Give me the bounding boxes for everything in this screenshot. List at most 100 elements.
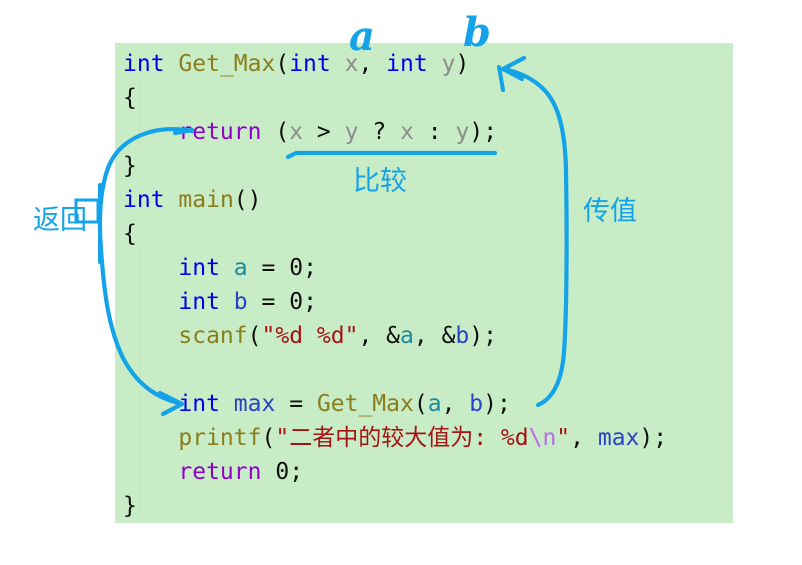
annotation-label-compare: 比较 xyxy=(353,166,407,197)
code-token: ); xyxy=(469,119,498,145)
code-token: main xyxy=(178,187,234,213)
code-token: { xyxy=(123,221,137,247)
code-token: ; xyxy=(303,255,317,281)
code-token: a xyxy=(427,391,442,417)
code-token: ( xyxy=(275,119,290,145)
code-token: , xyxy=(441,391,470,417)
code-token: int xyxy=(386,51,428,77)
code-token: = xyxy=(261,255,276,281)
code-token: return xyxy=(178,459,262,485)
code-token: b xyxy=(455,323,470,349)
code-token: { xyxy=(123,85,137,111)
code-token: ( xyxy=(275,51,290,77)
code-token: ? xyxy=(372,119,387,145)
annotation-handwritten-b: b xyxy=(463,9,491,56)
code-token: int xyxy=(178,391,220,417)
code-token: a xyxy=(400,323,414,349)
code-line: int Get_Max(int x, int y) xyxy=(123,47,667,81)
code-token: int xyxy=(178,289,220,315)
code-line: printf("二者中的较大值为: %d\n", max); xyxy=(123,421,667,455)
code-token: int xyxy=(178,255,220,281)
code-token: 0 xyxy=(275,459,290,485)
code-line: int b = 0; xyxy=(123,285,667,319)
code-token: "%d %d" xyxy=(261,323,359,349)
code-panel: int Get_Max(int x, int y){ return (x > y… xyxy=(115,43,733,523)
code-token: = xyxy=(261,289,276,315)
code-token: a xyxy=(233,255,248,281)
code-token: y xyxy=(441,51,456,77)
code-token: ( xyxy=(247,323,262,349)
code-token: x xyxy=(289,119,304,145)
code-token: 0 xyxy=(289,255,304,281)
code-token: \n xyxy=(528,425,557,451)
code-token: ); xyxy=(483,391,511,417)
code-line: int a = 0; xyxy=(123,251,667,285)
code-token: : xyxy=(427,119,442,145)
code-line: { xyxy=(123,81,667,115)
code-token: , xyxy=(358,323,387,349)
code-token: 0 xyxy=(289,289,304,315)
code-token: " xyxy=(556,425,571,451)
code-token: y xyxy=(344,119,359,145)
code-token: max xyxy=(233,391,276,417)
code-token: > xyxy=(316,119,331,145)
code-token: ; xyxy=(289,459,304,485)
code-token: int xyxy=(123,187,165,213)
code-token: , xyxy=(413,323,442,349)
code-token: Get_Max xyxy=(178,51,276,77)
code-token: y xyxy=(455,119,470,145)
code-token: ( xyxy=(261,425,276,451)
code-token: () xyxy=(233,187,262,213)
code-token: & xyxy=(386,323,400,349)
code-line: return (x > y ? x : y); xyxy=(123,115,667,149)
code-line: scanf("%d %d", &a, &b); xyxy=(123,319,667,353)
code-token: Get_Max xyxy=(316,391,414,417)
code-token: & xyxy=(441,323,456,349)
screenshot-root: int Get_Max(int x, int y){ return (x > y… xyxy=(0,0,802,565)
annotation-handwritten-a: a xyxy=(349,13,375,60)
code-token: x xyxy=(400,119,414,145)
code-token: } xyxy=(123,493,137,519)
code-token: scanf xyxy=(178,323,248,349)
code-line: } xyxy=(123,489,667,523)
code-line: int max = Get_Max(a, b); xyxy=(123,387,667,421)
code-token: int xyxy=(123,51,165,77)
annotation-label-return: 返回 xyxy=(33,205,87,236)
code-text: int Get_Max(int x, int y){ return (x > y… xyxy=(123,47,667,523)
code-token: return xyxy=(178,119,262,145)
code-token: } xyxy=(123,153,137,179)
annotation-label-pass-value: 传值 xyxy=(583,196,637,227)
code-token: b xyxy=(469,391,484,417)
code-token: , xyxy=(570,425,598,451)
code-token: = xyxy=(289,391,304,417)
code-token: max xyxy=(597,425,640,451)
code-token: ; xyxy=(303,289,317,315)
code-token: ( xyxy=(413,391,428,417)
